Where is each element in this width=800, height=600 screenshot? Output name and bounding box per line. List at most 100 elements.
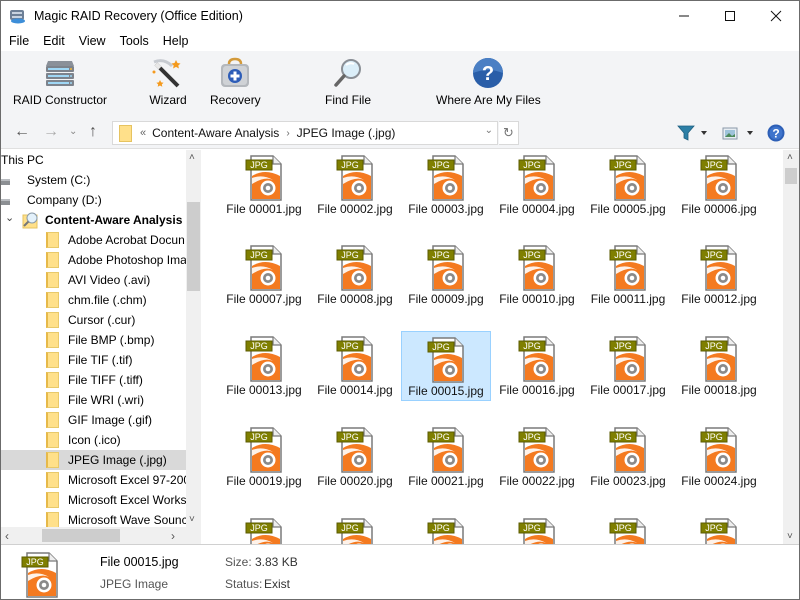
tree-item[interactable]: GIF Image (.gif) [1,410,186,430]
file-item[interactable]: JPG File 00024.jpg [674,422,764,492]
maximize-button[interactable] [707,1,753,31]
tree-item[interactable]: File WRI (.wri) [1,390,186,410]
tree-item[interactable]: Microsoft Excel 97-200 [1,470,186,490]
file-name: File 00021.jpg [408,474,484,488]
scrollbar-thumb[interactable] [42,529,120,542]
expand-chevron-icon[interactable]: ⌄ [5,211,21,224]
tree-item[interactable]: ⌄ Content-Aware Analysis [1,210,186,230]
file-item[interactable]: JPG File 00019.jpg [219,422,309,492]
file-item[interactable]: JPG File 00001.jpg [219,150,309,220]
svg-text:JPG: JPG [341,523,359,533]
tree-item[interactable]: File TIFF (.tiff) [1,370,186,390]
breadcrumb-overflow[interactable]: « [140,127,146,139]
where-are-my-files-button[interactable]: ? Where Are My Files [436,57,541,107]
file-item[interactable]: JPG File 00023.jpg [583,422,673,492]
file-item[interactable]: JPG File 00002.jpg [310,150,400,220]
tree-item[interactable]: Adobe Photoshop Ima [1,250,186,270]
jpg-file-icon: JPG [609,517,647,544]
menu-edit[interactable]: Edit [36,34,72,48]
scrollbar-thumb[interactable] [187,202,200,291]
breadcrumb-jpeg-image[interactable]: JPEG Image (.jpg) [297,126,396,140]
svg-text:JPG: JPG [341,432,359,442]
menu-tools[interactable]: Tools [113,34,156,48]
raid-constructor-button[interactable]: RAID Constructor [13,57,107,107]
file-item[interactable]: JPG File 00013.jpg [219,331,309,401]
file-item[interactable]: JPG File 00020.jpg [310,422,400,492]
tree-item[interactable]: Icon (.ico) [1,430,186,450]
file-item[interactable]: JPG [310,513,400,544]
address-bar[interactable]: « Content-Aware Analysis › JPEG Image (.… [112,121,498,145]
file-item[interactable]: JPG [401,513,491,544]
tree-vertical-scrollbar[interactable]: ˄ ˅ [186,150,201,527]
menu-help[interactable]: Help [156,34,196,48]
file-item[interactable]: JPG File 00004.jpg [492,150,582,220]
minimize-button[interactable] [661,1,707,31]
tree-item[interactable]: AVI Video (.avi) [1,270,186,290]
file-item[interactable]: JPG File 00012.jpg [674,240,764,310]
file-grid-scrollbar[interactable]: ˄ ˅ [783,150,799,544]
filter-button[interactable] [677,125,707,144]
file-item[interactable]: JPG [583,513,673,544]
tree-item[interactable]: File BMP (.bmp) [1,330,186,350]
tree-item[interactable]: System (C:) [1,170,186,190]
back-button[interactable]: ← [14,123,30,141]
tree-item[interactable]: chm.file (.chm) [1,290,186,310]
file-item[interactable]: JPG File 00003.jpg [401,150,491,220]
folder-icon [46,432,59,448]
svg-text:JPG: JPG [705,160,723,170]
file-item[interactable]: JPG File 00014.jpg [310,331,400,401]
help-button[interactable]: ? [767,124,785,145]
file-item[interactable]: JPG File 00018.jpg [674,331,764,401]
scroll-up-icon[interactable]: ˄ [787,152,793,163]
tree-item[interactable]: Cursor (.cur) [1,310,186,330]
file-item[interactable]: JPG File 00015.jpg [401,331,491,401]
file-item[interactable]: JPG File 00007.jpg [219,240,309,310]
forward-button[interactable]: → [43,123,59,141]
file-item[interactable]: JPG File 00010.jpg [492,240,582,310]
find-file-label: Find File [325,93,372,107]
file-item[interactable]: JPG [219,513,309,544]
file-item[interactable]: JPG File 00006.jpg [674,150,764,220]
view-mode-button[interactable] [722,125,756,144]
recovery-button[interactable]: Recovery [210,57,261,107]
scroll-down-icon[interactable]: ˅ [787,531,793,542]
file-item[interactable]: JPG File 00009.jpg [401,240,491,310]
file-item[interactable]: JPG File 00017.jpg [583,331,673,401]
close-button[interactable] [753,1,799,31]
file-item[interactable]: JPG File 00011.jpg [583,240,673,310]
wizard-button[interactable]: Wizard [148,57,188,107]
jpg-file-icon: JPG [336,517,374,544]
scrollbar-thumb[interactable] [785,168,797,184]
tree-item[interactable]: This PC [1,150,186,170]
tree-item[interactable]: File TIF (.tif) [1,350,186,370]
jpg-file-icon: JPG [700,154,738,201]
menu-view[interactable]: View [72,34,113,48]
jpg-file-icon: JPG [427,336,465,383]
status-value: Exist [264,577,291,591]
tree-horizontal-scrollbar[interactable]: ‹ › [1,527,201,544]
tree-item[interactable]: Company (D:) [1,190,186,210]
up-button[interactable]: ↑ [89,123,97,141]
address-dropdown-icon[interactable]: ⌄ [485,125,493,136]
file-item[interactable]: JPG File 00022.jpg [492,422,582,492]
tree-item[interactable]: Microsoft Excel Works [1,490,186,510]
breadcrumb-content-aware-analysis[interactable]: Content-Aware Analysis [152,126,279,140]
tree-item[interactable]: JPEG Image (.jpg) [1,450,186,470]
scroll-up-icon[interactable]: ˄ [189,152,195,163]
file-item[interactable]: JPG File 00008.jpg [310,240,400,310]
menu-file[interactable]: File [1,34,36,48]
refresh-button[interactable]: ↻ [499,121,519,145]
file-item[interactable]: JPG [492,513,582,544]
file-item[interactable]: JPG [674,513,764,544]
scroll-right-icon[interactable]: › [171,529,175,543]
history-dropdown[interactable]: ⌄ [69,126,77,137]
file-item[interactable]: JPG File 00021.jpg [401,422,491,492]
file-item[interactable]: JPG File 00016.jpg [492,331,582,401]
file-item[interactable]: JPG File 00005.jpg [583,150,673,220]
tree-item-label: Adobe Photoshop Ima [68,253,186,267]
title-bar: Magic RAID Recovery (Office Edition) [1,1,799,31]
scroll-left-icon[interactable]: ‹ [5,529,9,543]
scroll-down-icon[interactable]: ˅ [189,514,195,525]
find-file-button[interactable]: Find File [325,57,371,107]
tree-item[interactable]: Adobe Acrobat Docun [1,230,186,250]
